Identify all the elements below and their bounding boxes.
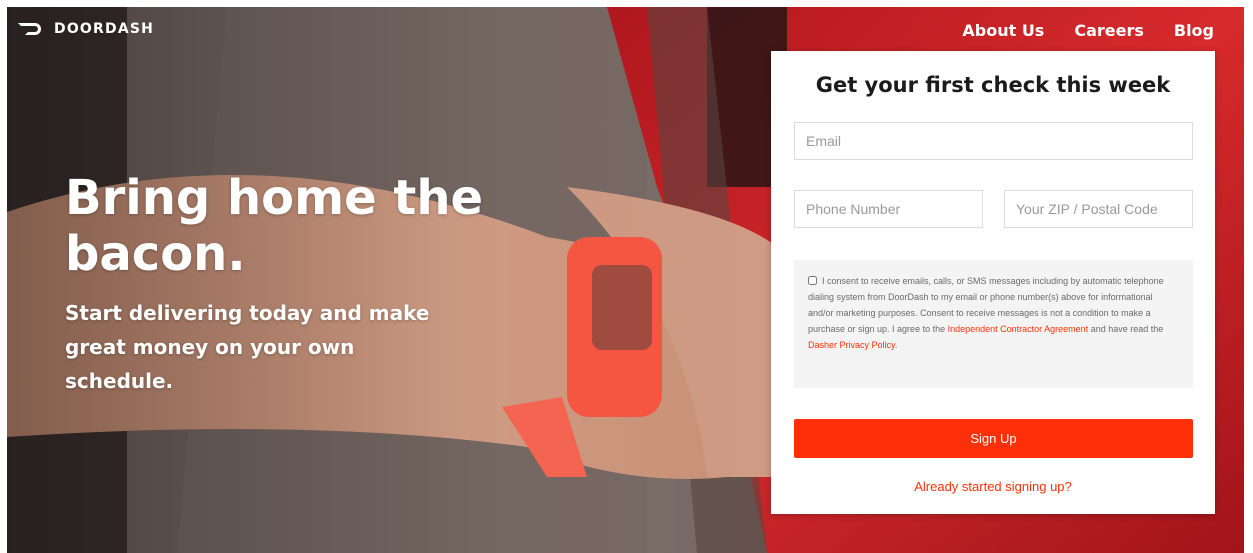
independent-contractor-agreement-link[interactable]: Independent Contractor Agreement: [948, 324, 1089, 334]
dasher-privacy-policy-link[interactable]: Dasher Privacy Policy: [808, 340, 895, 350]
signup-card: Get your first check this week I consent…: [771, 51, 1215, 514]
nav-link-blog[interactable]: Blog: [1174, 21, 1214, 40]
nav-link-careers[interactable]: Careers: [1074, 21, 1144, 40]
consent-checkbox[interactable]: [808, 276, 817, 285]
consent-text-2: and have read the: [1088, 324, 1164, 334]
top-nav: About Us Careers Blog: [962, 21, 1214, 40]
hero-subhead: Start delivering today and make great mo…: [65, 301, 430, 393]
nav-link-about-us[interactable]: About Us: [962, 21, 1044, 40]
brand-logo[interactable]: DOORDASH: [18, 21, 154, 37]
doordash-logo-icon: [18, 23, 41, 35]
hero-headline: Bring home the bacon.: [65, 170, 484, 282]
phone-number-input[interactable]: [794, 190, 983, 228]
form-title: Get your first check this week: [815, 73, 1171, 97]
zip-code-input[interactable]: [1004, 190, 1193, 228]
email-input[interactable]: [794, 122, 1193, 160]
sign-up-button[interactable]: Sign Up: [794, 419, 1193, 458]
brand-name: DOORDASH: [54, 21, 155, 37]
consent-box: I consent to receive emails, calls, or S…: [794, 260, 1193, 388]
consent-text-3: .: [894, 340, 898, 350]
already-signing-up-link[interactable]: Already started signing up?: [771, 479, 1215, 494]
